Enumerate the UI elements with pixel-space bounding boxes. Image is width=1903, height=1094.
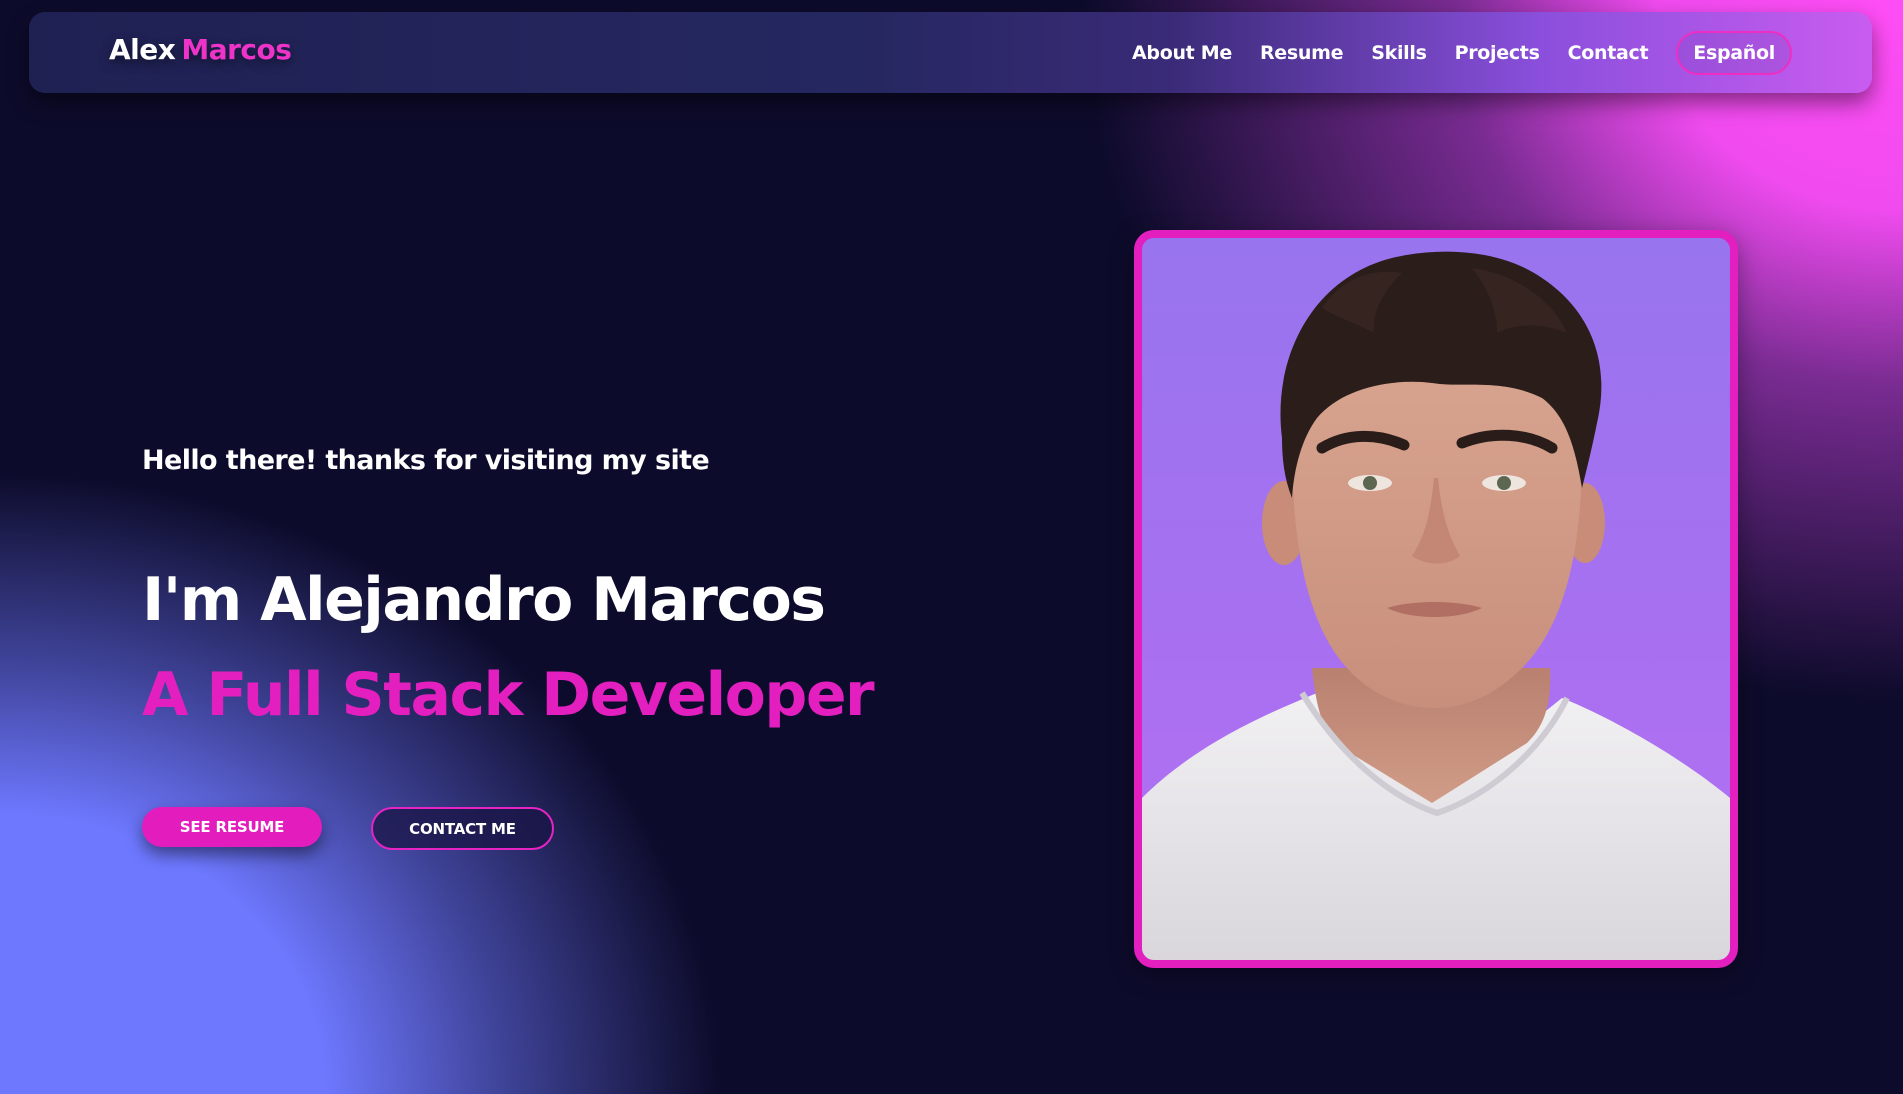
nav-link-resume[interactable]: Resume xyxy=(1260,42,1344,64)
nav-links: About Me Resume Skills Projects Contact … xyxy=(1132,31,1792,75)
nav-link-projects[interactable]: Projects xyxy=(1455,42,1540,64)
nav-link-contact[interactable]: Contact xyxy=(1568,42,1649,64)
profile-photo xyxy=(1142,238,1730,960)
hero-role-heading: A Full Stack Developer xyxy=(142,660,875,730)
navbar: Alex Marcos About Me Resume Skills Projec… xyxy=(29,12,1872,93)
hero-greeting: Hello there! thanks for visiting my site xyxy=(142,445,710,476)
nav-link-skills[interactable]: Skills xyxy=(1371,42,1427,64)
hero-name-heading: I'm Alejandro Marcos xyxy=(142,565,826,635)
language-toggle-button[interactable]: Español xyxy=(1676,31,1792,75)
profile-photo-frame xyxy=(1134,230,1738,968)
brand-logo[interactable]: Alex Marcos xyxy=(109,33,292,66)
brand-last-name: Marcos xyxy=(181,33,292,66)
nav-link-about-me[interactable]: About Me xyxy=(1132,42,1232,64)
see-resume-button[interactable]: SEE RESUME xyxy=(142,807,322,847)
brand-first-name: Alex xyxy=(109,33,176,66)
contact-me-button[interactable]: CONTACT ME xyxy=(371,807,554,850)
